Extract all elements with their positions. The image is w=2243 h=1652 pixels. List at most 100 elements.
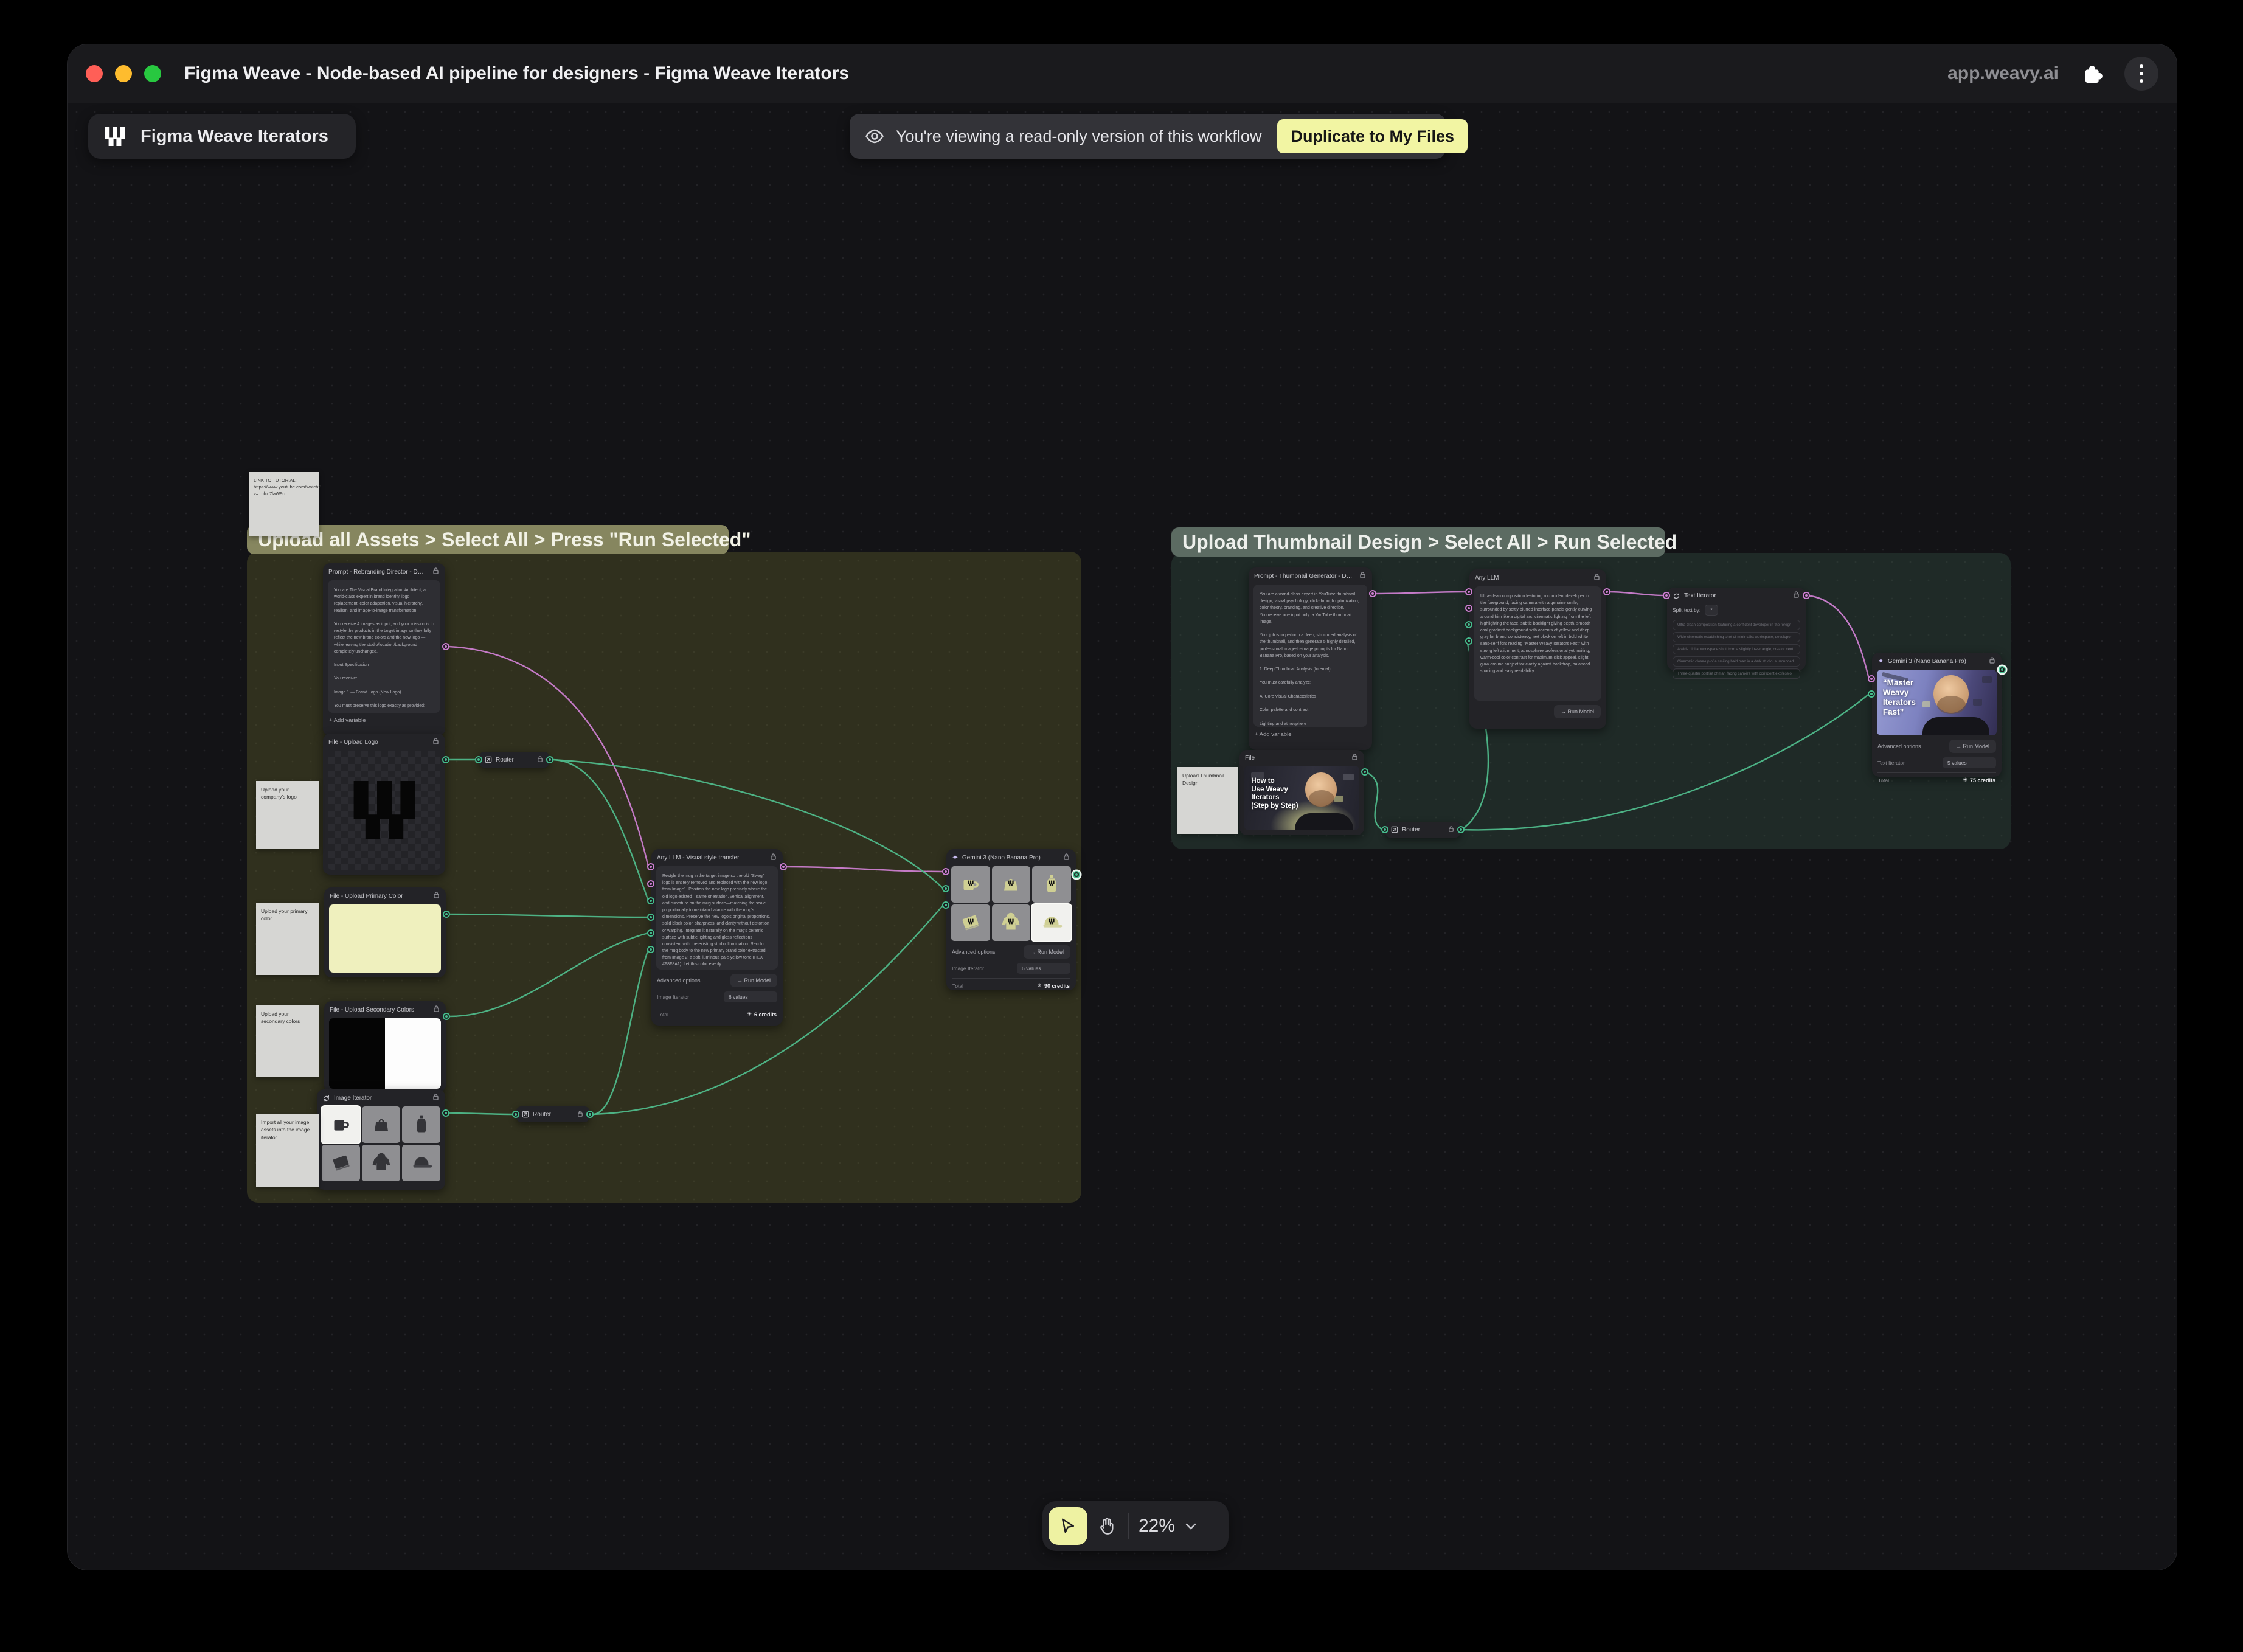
input-port-prompt-2[interactable] (647, 880, 654, 887)
input-port-prompt[interactable] (647, 863, 654, 870)
input-port-prompt[interactable] (942, 868, 949, 875)
sticky-note-upload-thumbnail[interactable]: Upload Thumbnail Design (1177, 767, 1238, 834)
sticky-note-upload-logo[interactable]: Upload your company's logo (256, 781, 319, 849)
sticky-note-tutorial-link[interactable]: LINK TO TUTORIAL: https://www.youtube.co… (249, 472, 319, 536)
result-image-hoodie[interactable] (992, 904, 1031, 941)
input-port-image-1[interactable] (942, 885, 949, 892)
iterator-image-hoodie[interactable] (362, 1145, 400, 1181)
output-port[interactable] (1073, 871, 1080, 878)
iterator-values-box[interactable]: 6 values (1017, 963, 1070, 974)
result-image-tote-bag[interactable] (992, 866, 1031, 903)
browser-menu-icon[interactable] (2124, 57, 2158, 91)
duplicate-button[interactable]: Duplicate to My Files (1277, 119, 1468, 153)
zoom-control[interactable]: 22% (1139, 1516, 1198, 1536)
output-port[interactable] (586, 1111, 594, 1118)
iterator-values-box[interactable]: 5 values (1943, 757, 1996, 768)
logo-image-preview[interactable] (328, 751, 440, 870)
sticky-note-upload-primary[interactable]: Upload your primary color (256, 903, 319, 975)
lock-icon[interactable] (1063, 853, 1070, 862)
node-any-llm-visual-style-transfer[interactable]: Any LLM - Visual style transfer Restyle … (651, 849, 783, 1026)
prompt-textarea[interactable]: You are The Visual Brand Integration Arc… (328, 580, 440, 713)
node-file-thumbnail-design[interactable]: File How to Use Weavy Iterators (Step by… (1239, 750, 1364, 835)
add-variable-button[interactable]: + Add variable (1249, 727, 1372, 742)
iterator-image-cap[interactable] (402, 1145, 440, 1181)
node-file-upload-logo[interactable]: File - Upload Logo (323, 734, 445, 875)
thumbnail-image-master[interactable]: “Master Weavy Iterators Fast” (1877, 670, 1997, 735)
result-image-notebook[interactable] (951, 904, 990, 941)
input-port-image-3[interactable] (647, 929, 654, 937)
text-iterator-item[interactable]: Cinematic close-up of a smiling bald man… (1673, 656, 1800, 667)
extensions-icon[interactable] (2079, 61, 2104, 86)
add-variable-button[interactable]: + Add variable (323, 713, 445, 728)
node-prompt-thumbnail-generator[interactable]: Prompt - Thumbnail Generator - DON'T CHA… (1249, 567, 1372, 750)
output-port[interactable] (546, 756, 553, 763)
primary-color-swatch[interactable] (329, 904, 441, 973)
lock-icon[interactable] (432, 891, 440, 901)
input-port-image-1[interactable] (1465, 621, 1472, 628)
input-port-image[interactable] (1868, 690, 1875, 698)
run-model-button[interactable]: → Run Model (730, 974, 777, 987)
select-tool-button[interactable] (1049, 1507, 1087, 1545)
close-window-button[interactable] (86, 65, 103, 82)
node-file-upload-secondary-colors[interactable]: File - Upload Secondary Colors (324, 1001, 446, 1092)
input-port-image-4[interactable] (647, 946, 654, 953)
input-port-prompt-2[interactable] (1465, 605, 1472, 612)
node-image-iterator[interactable]: Image Iterator (317, 1089, 445, 1190)
secondary-colors-swatches[interactable] (329, 1018, 441, 1089)
text-iterator-item[interactable]: Ultra-clean composition featuring a conf… (1673, 620, 1800, 630)
advanced-options-toggle[interactable]: Advanced options (657, 977, 701, 984)
result-image-cap[interactable] (1032, 904, 1071, 941)
lock-icon[interactable] (1792, 591, 1800, 600)
output-port[interactable] (1603, 588, 1610, 595)
lock-icon[interactable] (1351, 753, 1359, 763)
input-port-prompt[interactable] (1868, 675, 1875, 682)
node-router-b[interactable]: Router (516, 1106, 589, 1122)
node-file-upload-primary-color[interactable]: File - Upload Primary Color (324, 887, 446, 977)
lock-icon[interactable] (432, 567, 440, 577)
sticky-note-upload-secondary[interactable]: Upload your secondary colors (256, 1005, 319, 1077)
lock-icon[interactable] (432, 1093, 440, 1103)
input-port[interactable] (475, 756, 482, 763)
lock-icon[interactable] (1447, 825, 1455, 835)
input-port-image-2[interactable] (647, 914, 654, 921)
input-port-prompt[interactable] (1465, 588, 1472, 595)
output-port[interactable] (443, 911, 450, 918)
zoom-window-button[interactable] (144, 65, 161, 82)
output-port[interactable] (1361, 768, 1368, 776)
input-port-image-1[interactable] (647, 897, 654, 904)
output-port[interactable] (1457, 826, 1465, 833)
result-image-mug[interactable] (951, 866, 990, 903)
sticky-note-import-assets[interactable]: Import all your image assets into the im… (256, 1114, 319, 1187)
node-any-llm-right[interactable]: Any LLM Ultra-clean composition featurin… (1469, 569, 1606, 729)
input-port[interactable] (1663, 592, 1670, 599)
thumbnail-image-how-to[interactable]: How to Use Weavy Iterators (Step by Step… (1244, 766, 1359, 830)
input-port-image-2[interactable] (942, 901, 949, 909)
iterator-image-mug[interactable] (322, 1106, 360, 1143)
output-port[interactable] (1803, 592, 1810, 599)
iterator-image-tote-bag[interactable] (362, 1106, 400, 1143)
lock-icon[interactable] (577, 1110, 584, 1119)
group-label-right[interactable]: Upload Thumbnail Design > Select All > R… (1171, 527, 1665, 557)
input-port-image-2[interactable] (1465, 637, 1472, 645)
workspace-pill[interactable]: Figma Weave Iterators (88, 114, 356, 159)
text-iterator-item[interactable]: A wide digital workspace shot from a sli… (1673, 644, 1800, 654)
llm-prompt-textarea[interactable]: Ultra-clean composition featuring a conf… (1474, 586, 1601, 701)
lock-icon[interactable] (1988, 656, 1996, 666)
result-image-bottle[interactable] (1032, 866, 1071, 903)
node-router-a[interactable]: Router (479, 752, 549, 768)
text-iterator-item[interactable]: Three-quarter portrait of man facing cam… (1673, 668, 1800, 679)
split-text-input[interactable]: * (1705, 605, 1718, 616)
output-port[interactable] (442, 643, 449, 650)
output-port[interactable] (442, 756, 449, 763)
advanced-options-toggle[interactable]: Advanced options (1877, 743, 1921, 749)
lock-icon[interactable] (1359, 571, 1367, 581)
input-port[interactable] (512, 1111, 519, 1118)
node-gemini-nano-banana-left[interactable]: ✦ Gemini 3 (Nano Banana Pro) Advanced op… (946, 849, 1076, 990)
prompt-textarea[interactable]: You are a world-class expert in YouTube … (1253, 585, 1367, 727)
node-gemini-nano-banana-right[interactable]: ✦ Gemini 3 (Nano Banana Pro) “Master Wea… (1872, 653, 2002, 777)
pan-tool-button[interactable] (1097, 1516, 1118, 1536)
iterator-image-bottle[interactable] (402, 1106, 440, 1143)
node-prompt-rebranding-director[interactable]: Prompt - Rebranding Director - DON'T CHA… (323, 563, 445, 736)
iterator-values-box[interactable]: 6 values (724, 991, 777, 1002)
node-text-iterator[interactable]: Text Iterator Split text by: * Ultra-cle… (1667, 588, 1806, 670)
